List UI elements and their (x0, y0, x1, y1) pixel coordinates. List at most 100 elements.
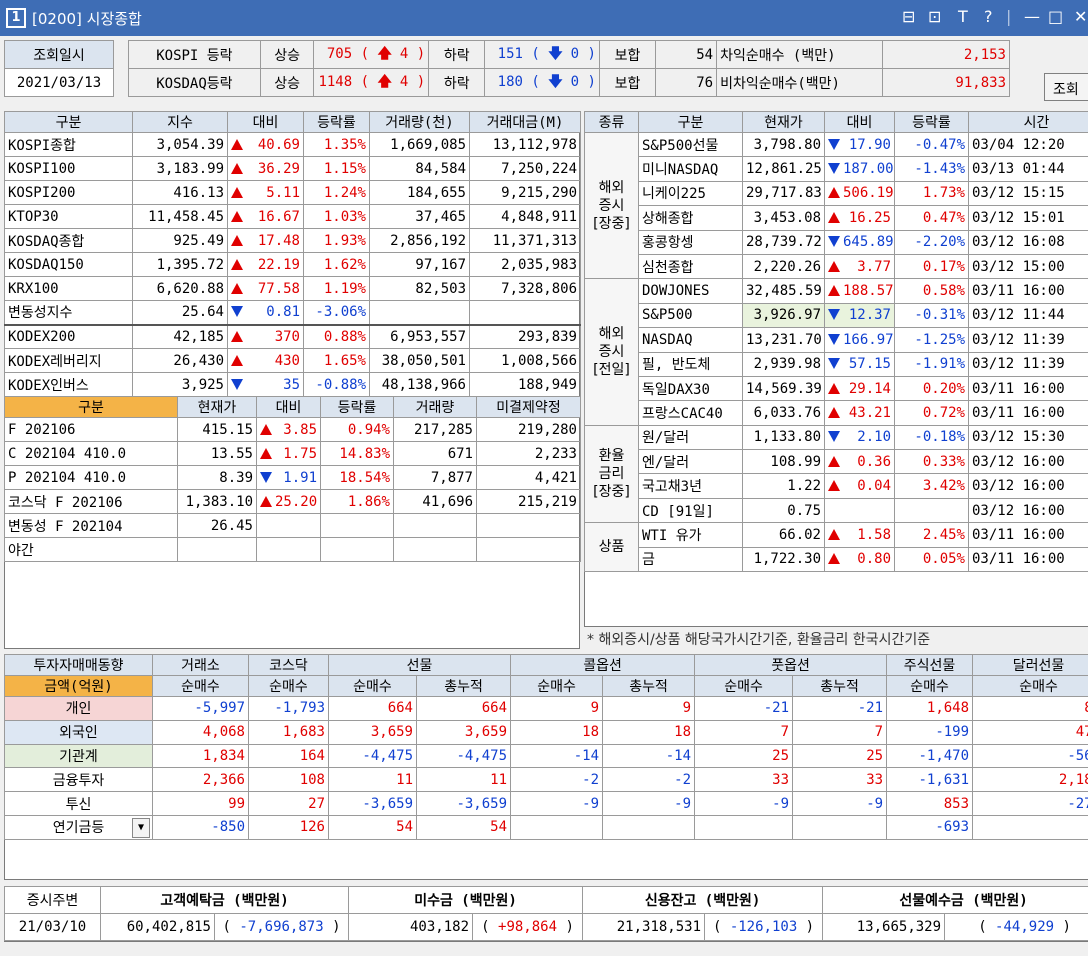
index-row[interactable]: KOSPI종합 3,054.39 40.69 1.35% 1,669,085 13,112… (4, 132, 581, 157)
global-row[interactable]: 미니NASDAQ 12,861.25 187.00 -1.43% 03/13 01:44 (585, 156, 1088, 182)
investor-value: 88 (972, 696, 1088, 721)
change-cell: 25.20 (256, 489, 321, 514)
global-name: 필, 반도체 (638, 351, 743, 377)
up-triangle-icon (260, 423, 272, 435)
change-cell: 35 (227, 372, 304, 397)
investor-value: 9 (510, 696, 604, 721)
change-value: 3.85 (283, 421, 317, 438)
index-volume: 38,050,501 (369, 348, 470, 373)
investor-sub: 총누적 (415, 675, 512, 697)
index-value: 6,620.88 (132, 276, 228, 301)
change-value: 2.10 (857, 429, 891, 446)
change-value: 430 (274, 352, 300, 369)
paren: ( (352, 45, 378, 62)
investor-row[interactable]: 개인-5,997-1,79366466499-21-211,64888 (4, 696, 1088, 721)
investor-value: -1,793 (248, 696, 329, 721)
global-row[interactable]: 환율 금리 [장중] 원/달러 1,133.80 2.10 -0.18% 03/12 15:3… (584, 424, 1088, 524)
investor-name[interactable]: 연기금등 ▼ (4, 814, 153, 840)
derivative-row[interactable]: 코스닥 F 202106 1,383.10 25.20 1.86% 41,696 215,… (4, 489, 581, 514)
query-button[interactable]: 조회 (1044, 73, 1088, 101)
font-icon[interactable]: T (958, 7, 968, 26)
investor-sub: 총누적 (792, 675, 888, 697)
index-rate: 1.65% (303, 348, 370, 373)
index-header: 거래량(천) (369, 111, 470, 133)
index-row[interactable]: KODEX200 42,185 370 0.88% 6,953,557 293,839 (4, 323, 581, 349)
paren: ) (408, 73, 426, 90)
investor-sub: 순매수 (152, 675, 249, 697)
investor-row[interactable]: 투신9927-3,659-3,659-9-9-9-9853-272 (4, 791, 1088, 816)
up-arrow-icon: 🡅 (377, 73, 392, 90)
investor-value: 54 (415, 814, 512, 840)
global-row[interactable]: 홍콩항셍 28,739.72 645.89 -2.20% 03/12 16:08 (585, 229, 1088, 255)
derivative-name: P 202104 410.0 (4, 465, 178, 490)
index-row[interactable]: KODEX레버리지 26,430 430 1.65% 38,050,501 1,008,5… (4, 348, 581, 373)
global-row[interactable]: 상품 WTI 유가 66.02 1.58 2.45% 03/11 16:00 (584, 522, 1088, 573)
investor-name: 투신 (4, 791, 153, 816)
investor-value: -9 (510, 791, 604, 816)
derivative-row[interactable]: C 202104 410.0 13.55 1.75 14.83% 671 2,233 (4, 441, 581, 466)
investor-row[interactable]: 외국인4,0681,6833,6593,659181877-199472 (4, 719, 1088, 745)
change-wrap: 36.29 (231, 161, 300, 177)
investor-row[interactable]: 연기금등 ▼ -850 126 54 54 -693 (4, 814, 1088, 840)
change-arrow-slot (828, 381, 843, 397)
global-row[interactable]: S&P500 3,926.97 12.37 -0.31% 03/12 11:44 (585, 302, 1088, 329)
breadth-row: KOSDAQ등락 상승 1148 ( 🡅 4 ) 하락 180 ( 🡇 0 ) 보합 76 비차익… (128, 68, 1010, 97)
investor-value: 11 (328, 767, 417, 793)
global-row[interactable]: 상해종합 3,453.08 16.25 0.47% 03/12 15:01 (585, 205, 1088, 231)
index-amount: 7,328,806 (469, 276, 581, 301)
up-triangle-icon (231, 162, 243, 174)
global-row[interactable]: 금 1,722.30 0.80 0.05% 03/11 16:00 (585, 546, 1088, 573)
global-row[interactable]: 해외 증시 [전일] DOWJONES 32,485.59 188.57 0.58% 03/1… (584, 278, 1088, 426)
index-row[interactable]: KOSDAQ종합 925.49 17.48 1.93% 2,856,192 11,371,… (4, 228, 581, 253)
derivative-row[interactable]: P 202104 410.0 8.39 1.91 18.54% 7,877 4,421 (4, 465, 581, 490)
up-triangle-icon (828, 260, 840, 272)
global-price: 1,133.80 (742, 424, 825, 451)
group-label-line: 증시 (598, 344, 625, 361)
derivative-rate (320, 537, 394, 562)
down-triangle-icon (828, 431, 840, 443)
index-row[interactable]: KOSPI200 416.13 5.11 1.24% 184,655 9,215,290 (4, 180, 581, 205)
global-row[interactable]: 심천종합 2,220.26 3.77 0.17% 03/12 15:00 (585, 253, 1088, 280)
maximize-icon[interactable]: □ (1048, 7, 1063, 26)
index-row[interactable]: 변동성지수 25.64 0.81 -3.06% (4, 300, 581, 325)
chevron-down-icon[interactable]: ▼ (132, 817, 150, 838)
close-icon[interactable]: ✕ (1074, 7, 1087, 26)
index-row[interactable]: KTOP30 11,458.45 16.67 1.03% 37,465 4,848,911 (4, 204, 581, 229)
restore-icon[interactable]: ⊟ (902, 7, 915, 26)
global-row[interactable]: 필, 반도체 2,939.98 57.15 -1.91% 03/12 11:39 (585, 351, 1088, 377)
index-row[interactable]: KRX100 6,620.88 77.58 1.19% 82,503 7,328,806 (4, 276, 581, 301)
help-icon[interactable]: ? (984, 7, 993, 26)
change-value: 17.48 (257, 232, 300, 249)
down-triangle-icon (828, 309, 840, 321)
change-cell: 12.37 (824, 302, 895, 329)
index-value: 3,183.99 (132, 156, 228, 181)
tile-icon[interactable]: ⊡ (928, 7, 941, 26)
index-row[interactable]: KODEX인버스 3,925 35 -0.88% 48,138,966 188,949 (4, 372, 581, 397)
global-row[interactable]: CD [91일] 0.75 03/12 16:00 (585, 497, 1088, 524)
index-panel: 구분 지수 대비 등락률 거래량(천) 거래대금(M) KOSPI종합 3,054.39 40… (4, 111, 581, 649)
global-row[interactable]: 엔/달러 108.99 0.36 0.33% 03/12 16:00 (585, 449, 1088, 475)
index-row[interactable]: KOSPI100 3,183.99 36.29 1.15% 84,584 7,250,22… (4, 156, 581, 181)
global-row[interactable]: 독일DAX30 14,569.39 29.14 0.20% 03/11 16:00 (585, 375, 1088, 402)
investor-value (694, 814, 794, 840)
investor-value: 1,683 (248, 719, 329, 745)
minimize-icon[interactable]: — (1024, 7, 1040, 26)
global-row[interactable]: 니케이225 29,717.83 506.19 1.73% 03/12 15:15 (585, 180, 1088, 207)
derivative-row[interactable]: 야간 (4, 537, 581, 562)
investor-name: 기관계 (4, 743, 153, 769)
unchanged-count: 54 (655, 40, 718, 69)
investor-row[interactable]: 금융투자2,3661081111-2-23333-1,6312,184 (4, 767, 1088, 793)
global-row[interactable]: 해외 증시 [장중] S&P500선물 3,798.80 17.90 -0.47% 03/04… (584, 131, 1088, 280)
change-arrow-slot (231, 233, 246, 249)
global-name: 홍콩항셍 (638, 229, 743, 255)
index-row[interactable]: KOSDAQ150 1,395.72 22.19 1.62% 97,167 2,035,9… (4, 252, 581, 277)
global-row[interactable]: NASDAQ 13,231.70 166.97 -1.25% 03/12 11:39 (585, 327, 1088, 353)
global-row[interactable]: 프랑스CAC40 6,033.76 43.21 0.72% 03/11 16:00 (585, 400, 1088, 426)
change-wrap: 25.20 (260, 494, 317, 510)
investor-row[interactable]: 기관계 1,834 164 -4,475 -4,475 -14 -14 25 25 -1,470-… (4, 743, 1088, 769)
global-row[interactable]: 국고채3년 1.22 0.04 3.42% 03/12 16:00 (585, 473, 1088, 499)
derivative-row[interactable]: F 202106 415.15 3.85 0.94% 217,285 219,280 (4, 417, 581, 442)
derivative-row[interactable]: 변동성 F 202104 26.45 (4, 513, 581, 538)
change-value: 36.29 (257, 160, 300, 177)
decline-value: 151 (497, 45, 523, 62)
